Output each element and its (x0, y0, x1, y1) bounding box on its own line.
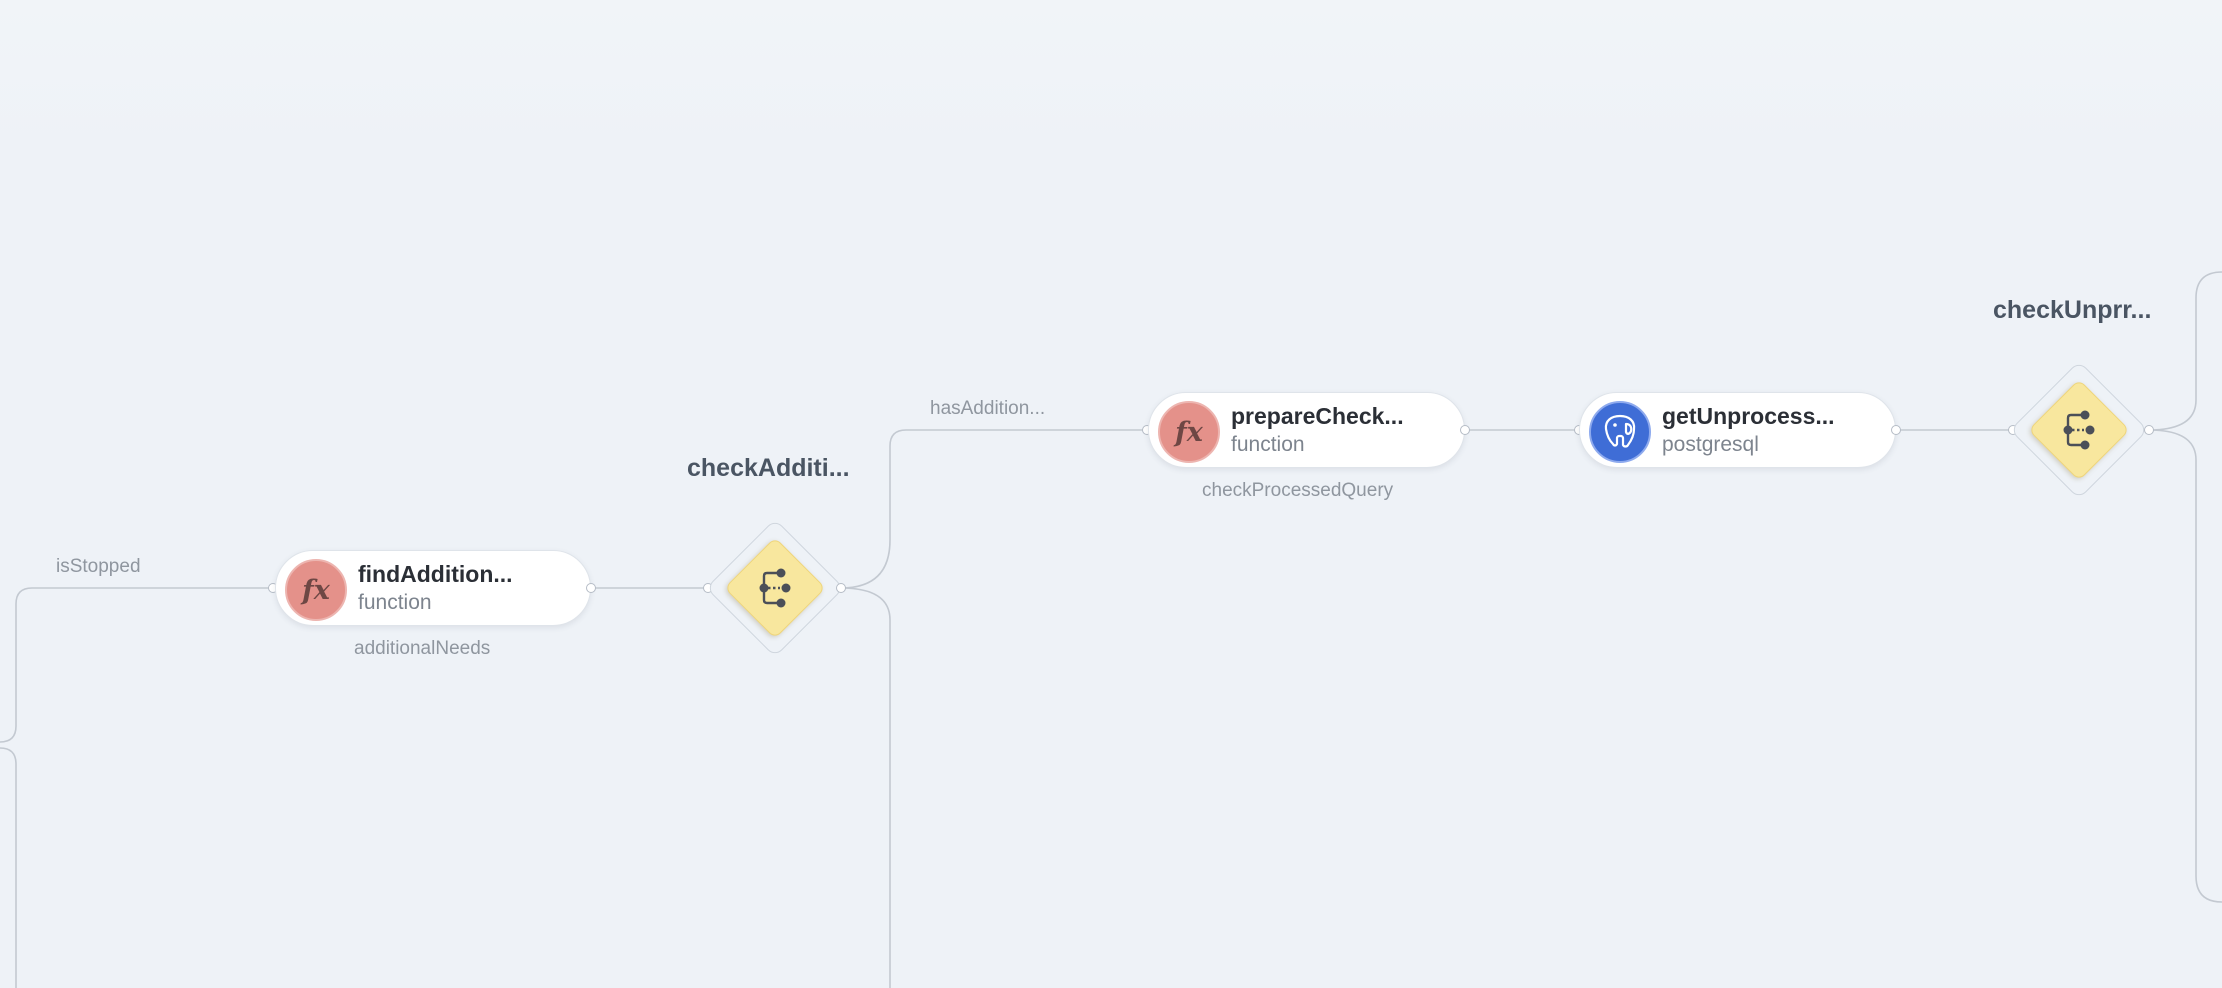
node-caption: additionalNeeds (354, 638, 491, 659)
edge-branch-down-left (0, 747, 17, 988)
workflow-edges (0, 271, 2222, 988)
edge-check-additional-else (840, 587, 891, 988)
postgresql-elephant-icon (1589, 401, 1651, 463)
node-type: postgresql (1662, 433, 1759, 456)
edge-check-unprocessed-false (2148, 429, 2222, 903)
edge-check-unprocessed-true (2148, 271, 2222, 431)
node-find-additional[interactable]: fx findAddition... function (275, 550, 591, 626)
output-port[interactable] (2144, 425, 2154, 435)
branch-condition-icon (2063, 410, 2095, 450)
node-type: function (1231, 433, 1305, 456)
function-icon: fx (1158, 401, 1220, 463)
node-title: prepareCheck... (1231, 403, 1404, 429)
edge-label-has-additional: hasAddition... (930, 398, 1046, 419)
node-title: findAddition... (358, 561, 513, 587)
output-port[interactable] (586, 583, 596, 593)
branch-condition-icon (759, 568, 791, 608)
output-port[interactable] (1891, 425, 1901, 435)
node-prepare-check[interactable]: fx prepareCheck... function (1148, 392, 1465, 468)
edge-entry-to-find-additional (0, 587, 275, 743)
edge-has-additional (840, 429, 1148, 589)
node-get-unprocessed[interactable]: getUnprocess... postgresql (1579, 392, 1896, 468)
condition-title: checkUnprr... (1993, 296, 2152, 324)
edge-label-is-stopped: isStopped (56, 556, 141, 577)
postgresql-elephant-icon (1604, 414, 1636, 448)
node-title: getUnprocess... (1662, 403, 1835, 429)
workflow-canvas[interactable]: isStopped hasAddition... fx findAddition… (0, 0, 2222, 988)
output-port[interactable] (1460, 425, 1470, 435)
node-type: function (358, 591, 432, 614)
node-caption: checkProcessedQuery (1202, 480, 1394, 501)
condition-title: checkAdditi... (687, 454, 850, 482)
function-icon: fx (285, 559, 347, 621)
output-port[interactable] (836, 583, 846, 593)
